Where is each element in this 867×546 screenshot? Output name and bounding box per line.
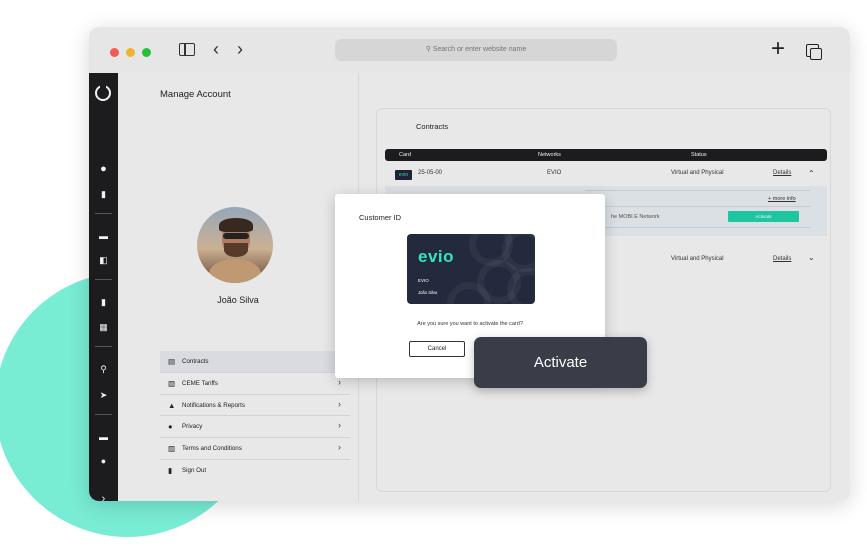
- evio-card-image: evio EVIO João Silva: [407, 234, 535, 304]
- cancel-button[interactable]: Cancel: [409, 341, 465, 357]
- card-brand: EVIO: [418, 278, 429, 283]
- activate-button[interactable]: Activate: [474, 337, 647, 388]
- browser-window: ‹ › ⚲ Search or enter website name + ● ▮…: [89, 27, 850, 501]
- modal-title: Customer ID: [359, 213, 402, 222]
- confirmation-question: Are you sure you want to activate the ca…: [417, 321, 523, 327]
- card-logo: evio: [418, 247, 455, 266]
- card-holder-name: João Silva: [418, 290, 438, 295]
